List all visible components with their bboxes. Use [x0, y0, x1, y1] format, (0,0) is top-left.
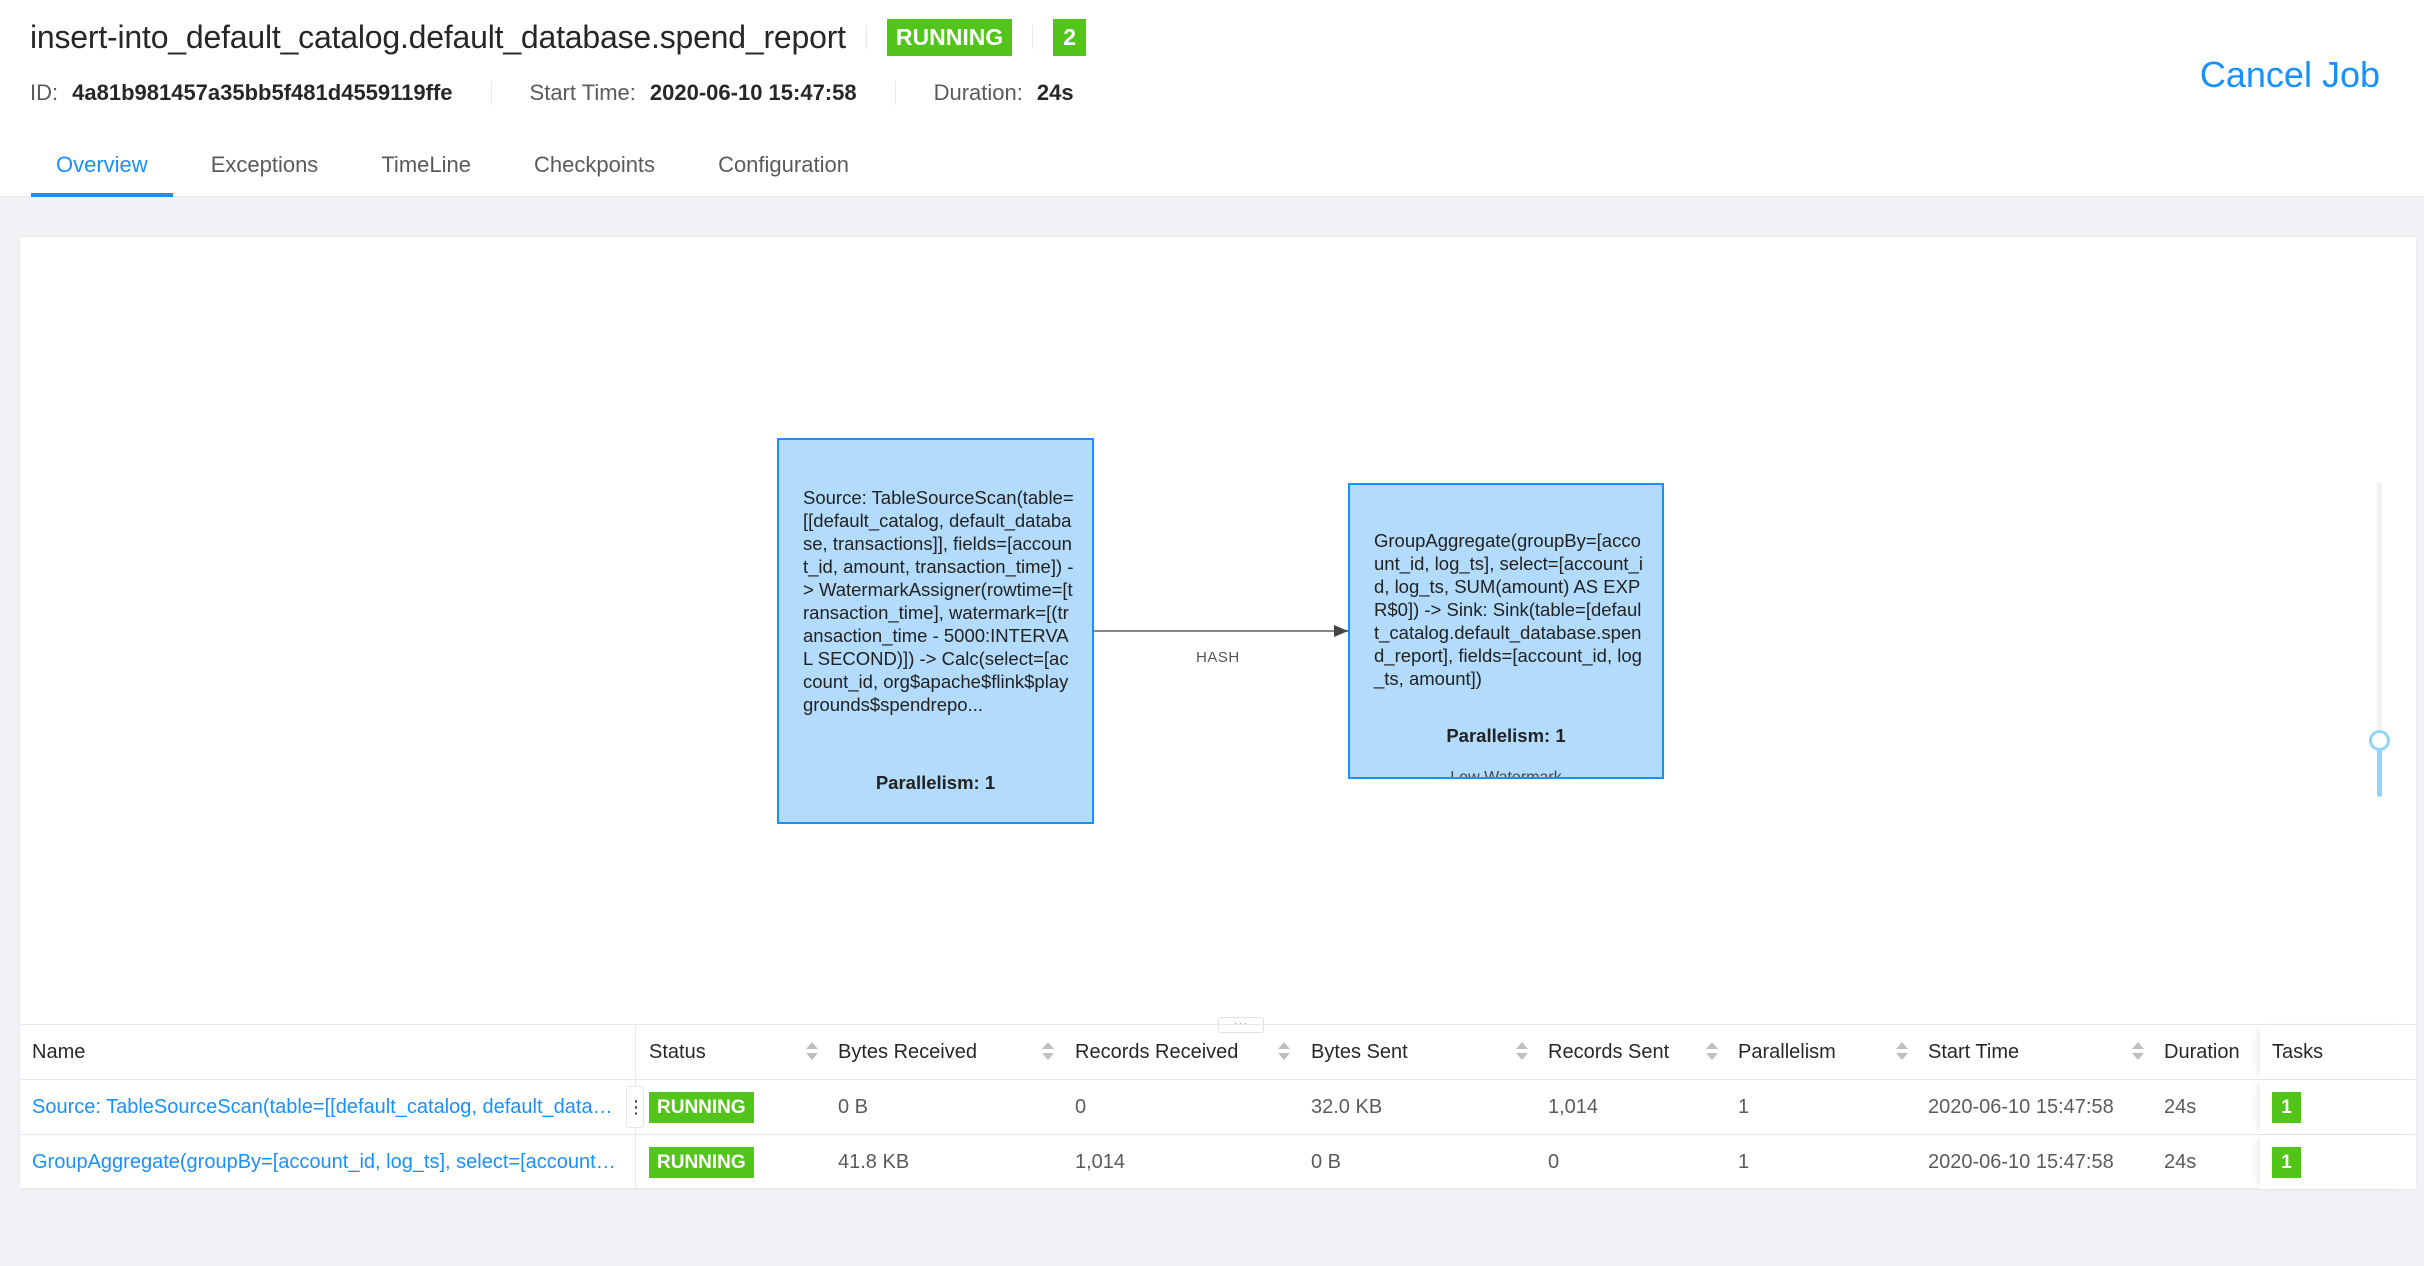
vertices-table: Name Status Bytes Received Records Recei… [20, 1024, 2416, 1190]
sort-icon[interactable] [1278, 1042, 1290, 1064]
overview-card: Source: TableSourceScan(table=[[default_… [19, 236, 2417, 1190]
sort-icon[interactable] [1516, 1042, 1528, 1064]
graph-node-source[interactable]: Source: TableSourceScan(table=[[default_… [777, 438, 1094, 824]
node-description: Source: TableSourceScan(table=[[default_… [803, 487, 1074, 715]
parallelism: 1 [1738, 1095, 1750, 1118]
table-header-row: Name Status Bytes Received Records Recei… [20, 1025, 2416, 1080]
edge-partition-label: HASH [1196, 649, 1240, 666]
records-sent: 0 [1548, 1150, 1560, 1173]
tab-configuration[interactable]: Configuration [718, 140, 849, 197]
task-count-badge: 2 [1053, 18, 1087, 56]
divider [865, 25, 867, 49]
vertex-name-link[interactable]: GroupAggregate(groupBy=[account_id, log_… [32, 1151, 620, 1174]
duration-value: 24s [1036, 80, 1074, 105]
col-header-records-received[interactable]: Records Received [1075, 1025, 1238, 1079]
records-received: 0 [1075, 1095, 1087, 1118]
table-row: Source: TableSourceScan(table=[[default_… [20, 1080, 2416, 1135]
parallelism: 1 [1738, 1150, 1750, 1173]
job-meta: ID: 4a81b981457a35bb5f481d4559119ffe Sta… [30, 76, 1074, 110]
node-low-watermark: Low Watermark [1450, 769, 1562, 779]
sort-icon[interactable] [1896, 1042, 1908, 1064]
sort-icon[interactable] [2132, 1042, 2144, 1064]
bytes-sent: 32.0 KB [1311, 1095, 1383, 1118]
start-time: 2020-06-10 15:47:58 [1928, 1095, 2114, 1118]
vertex-status-badge: RUNNING [649, 1146, 754, 1178]
bytes-received: 0 B [838, 1095, 869, 1118]
duration: 24s [2164, 1095, 2197, 1118]
start-time-label: Start Time: [529, 80, 636, 105]
job-id: 4a81b981457a35bb5f481d4559119ffe [72, 80, 453, 105]
graph-edge-line [1094, 630, 1350, 632]
job-header: insert-into_default_catalog.default_data… [0, 0, 2424, 197]
divider [490, 81, 492, 105]
col-header-bytes-received[interactable]: Bytes Received [838, 1025, 977, 1079]
task-count-badge: 1 [2272, 1091, 2301, 1123]
fixed-tasks-column: 1 [2260, 1135, 2416, 1189]
job-graph[interactable]: Source: TableSourceScan(table=[[default_… [20, 237, 2416, 1024]
slider-handle[interactable] [2369, 729, 2390, 751]
cancel-job-button[interactable]: Cancel Job [2200, 54, 2380, 96]
task-count-badge: 1 [2272, 1146, 2301, 1178]
col-header-tasks: Tasks [2272, 1040, 2324, 1063]
column-resize-handle[interactable]: ⋮ [626, 1086, 645, 1128]
title-row: insert-into_default_catalog.default_data… [30, 14, 1087, 60]
col-header-bytes-sent[interactable]: Bytes Sent [1311, 1025, 1408, 1079]
sort-icon[interactable] [806, 1042, 818, 1064]
col-header-duration[interactable]: Duration [2164, 1025, 2240, 1079]
start-time-value: 2020-06-10 15:47:58 [649, 80, 857, 105]
bytes-received: 41.8 KB [838, 1150, 910, 1173]
vertex-status-badge: RUNNING [649, 1091, 754, 1123]
col-header-parallelism[interactable]: Parallelism [1738, 1025, 1836, 1079]
sort-icon[interactable] [1706, 1042, 1718, 1064]
fixed-tasks-column: Tasks [2260, 1025, 2416, 1079]
start-time: 2020-06-10 15:47:58 [1928, 1150, 2114, 1173]
col-header-records-sent[interactable]: Records Sent [1548, 1025, 1669, 1079]
sort-icon[interactable] [1042, 1042, 1054, 1064]
records-received: 1,014 [1075, 1150, 1126, 1173]
table-row: GroupAggregate(groupBy=[account_id, log_… [20, 1135, 2416, 1190]
id-label: ID: [30, 80, 59, 105]
graph-node-aggregate[interactable]: GroupAggregate(groupBy=[account_id, log_… [1348, 483, 1664, 779]
col-header-name: Name [32, 1040, 86, 1063]
tab-overview[interactable]: Overview [31, 140, 173, 197]
col-header-start-time[interactable]: Start Time [1928, 1025, 2019, 1079]
vertex-name-link[interactable]: Source: TableSourceScan(table=[[default_… [32, 1096, 620, 1119]
node-parallelism: Parallelism: 1 [875, 772, 996, 793]
column-divider [635, 1135, 636, 1189]
bytes-sent: 0 B [1311, 1150, 1342, 1173]
node-parallelism: Parallelism: 1 [1446, 725, 1566, 746]
arrow-head-icon [1334, 625, 1348, 637]
col-header-status[interactable]: Status [649, 1025, 706, 1079]
duration: 24s [2164, 1150, 2197, 1173]
job-status-badge: RUNNING [886, 18, 1013, 56]
tab-checkpoints[interactable]: Checkpoints [534, 140, 655, 197]
node-description: GroupAggregate(groupBy=[account_id, log_… [1374, 530, 1643, 689]
job-title: insert-into_default_catalog.default_data… [30, 18, 846, 55]
records-sent: 1,014 [1548, 1095, 1599, 1118]
tab-exceptions[interactable]: Exceptions [211, 140, 319, 197]
column-divider [635, 1025, 636, 1079]
divider [1032, 25, 1034, 49]
tab-bar: Overview Exceptions TimeLine Checkpoints… [31, 140, 912, 197]
tab-timeline[interactable]: TimeLine [381, 140, 471, 197]
divider [894, 81, 896, 105]
duration-label: Duration: [933, 80, 1023, 105]
zoom-slider[interactable] [2364, 482, 2394, 797]
fixed-tasks-column: 1 [2260, 1080, 2416, 1134]
